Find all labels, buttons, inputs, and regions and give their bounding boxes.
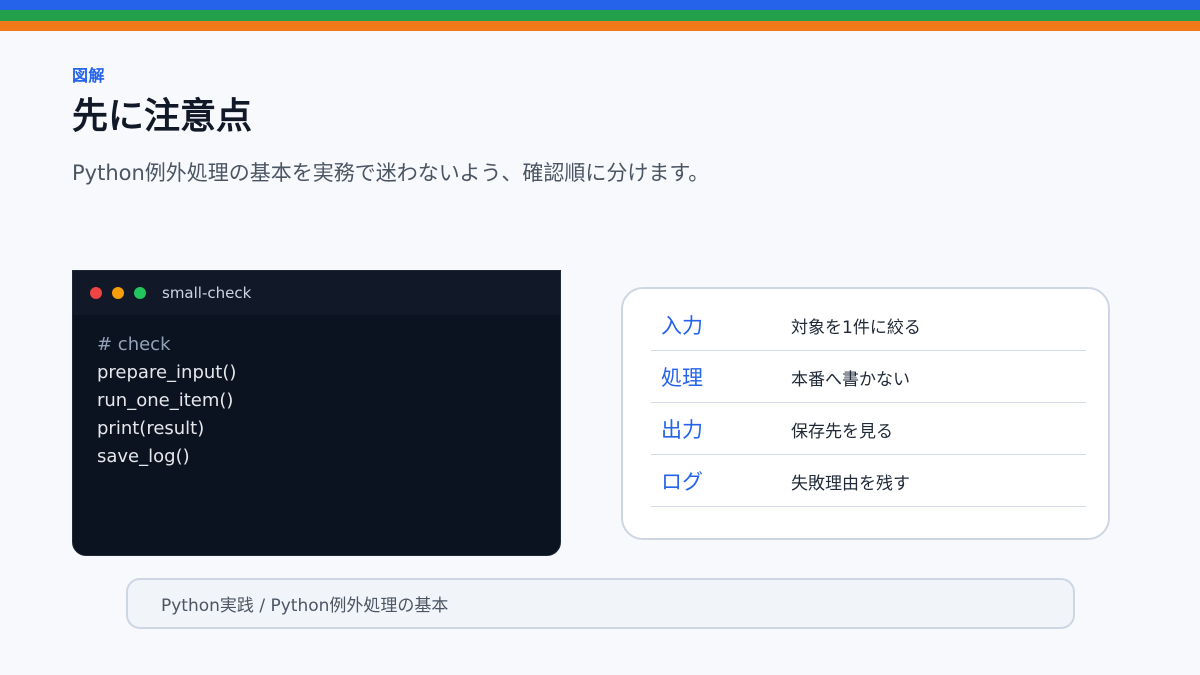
table-row: ログ 失敗理由を残す: [651, 456, 1086, 507]
row-value: 本番へ書かない: [791, 369, 910, 390]
row-value: 保存先を見る: [791, 421, 893, 442]
maximize-dot-icon[interactable]: [134, 287, 146, 299]
code-body: # check prepare_input() run_one_item() p…: [73, 315, 560, 487]
breadcrumb: Python実践 / Python例外処理の基本: [161, 596, 449, 616]
row-value: 失敗理由を残す: [791, 473, 910, 494]
page-title: 先に注意点: [72, 96, 253, 137]
row-key: ログ: [661, 470, 703, 494]
row-key: 処理: [661, 366, 703, 390]
table-row: 出力 保存先を見る: [651, 404, 1086, 455]
row-value: 対象を1件に絞る: [791, 317, 921, 338]
stripe-blue: [0, 0, 1200, 10]
checklist-table: 入力 対象を1件に絞る 処理 本番へ書かない 出力 保存先を見る ログ 失敗理由…: [621, 287, 1110, 540]
eyebrow-label: 図解: [72, 66, 106, 85]
stripe-orange: [0, 21, 1200, 31]
row-key: 出力: [661, 418, 703, 442]
code-window-titlebar: small-check: [73, 271, 560, 315]
close-dot-icon[interactable]: [90, 287, 102, 299]
code-line: save_log(): [97, 446, 190, 467]
code-line: print(result): [97, 418, 205, 439]
code-window-title: small-check: [162, 284, 252, 302]
top-color-stripes: [0, 0, 1200, 31]
table-row: 処理 本番へ書かない: [651, 352, 1086, 403]
code-line: prepare_input(): [97, 362, 237, 383]
page-subtitle: Python例外処理の基本を実務で迷わないよう、確認順に分けます。: [72, 161, 710, 185]
minimize-dot-icon[interactable]: [112, 287, 124, 299]
code-window: small-check # check prepare_input() run_…: [72, 270, 561, 556]
row-key: 入力: [661, 314, 703, 338]
table-row: 入力 対象を1件に絞る: [651, 300, 1086, 351]
footer-breadcrumb-bar: Python実践 / Python例外処理の基本: [126, 578, 1075, 629]
code-line: # check: [97, 334, 171, 355]
code-line: run_one_item(): [97, 390, 234, 411]
stripe-green: [0, 10, 1200, 21]
